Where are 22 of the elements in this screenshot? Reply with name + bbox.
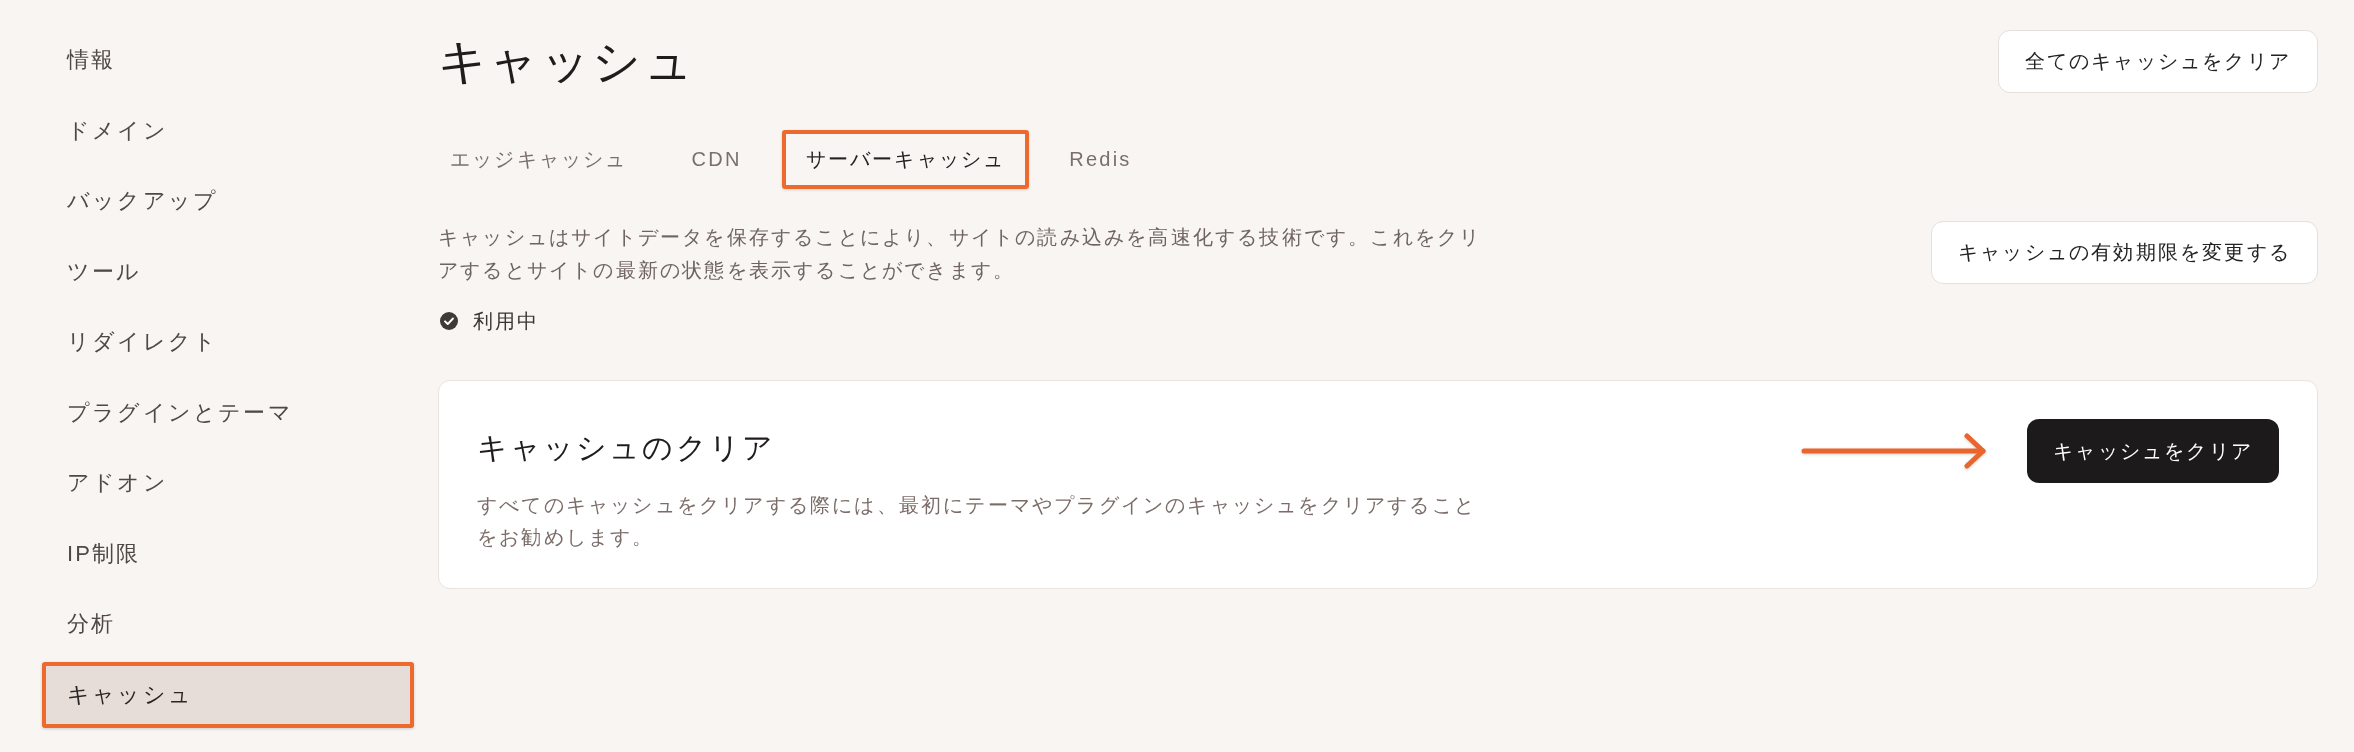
clear-cache-button[interactable]: キャッシュをクリア <box>2027 419 2279 483</box>
status-label: 利用中 <box>473 308 539 334</box>
sidebar-item[interactable]: リダイレクト <box>42 309 414 375</box>
sidebar-item[interactable]: IP制限 <box>42 520 414 587</box>
card-description: すべてのキャッシュをクリアする際には、最初にテーマやプラグインのキャッシュをクリアすることをお勧めします。 <box>477 493 1477 550</box>
tab[interactable]: CDN <box>667 130 766 189</box>
tab[interactable]: サーバーキャッシュ <box>781 130 1030 189</box>
sidebar-item[interactable]: ドメイン <box>42 97 414 164</box>
card-title: キャッシュのクリア <box>477 430 776 466</box>
sidebar-item[interactable]: 分析 <box>42 591 414 657</box>
sidebar-item[interactable]: バックアップ <box>42 168 414 234</box>
change-expiry-button[interactable]: キャッシュの有効期限を変更する <box>1931 221 2318 284</box>
tab[interactable]: エッジキャッシュ <box>426 130 652 189</box>
sidebar-item[interactable]: 情報 <box>42 27 414 93</box>
sidebar-item[interactable]: プラグインとテーマ <box>42 379 414 446</box>
sidebar-item[interactable]: ツール <box>42 238 414 305</box>
page-title: キャッシュ <box>438 34 695 90</box>
clear-all-button[interactable]: 全てのキャッシュをクリア <box>1997 30 2318 93</box>
description-text: キャッシュはサイトデータを保存することにより、サイトの読み込みを高速化する技術です。これをクリアするとサイトの最新の状態を表示することができます。 <box>438 225 1483 283</box>
tab[interactable]: Redis <box>1045 130 1156 189</box>
sidebar-item[interactable]: アドオン <box>42 450 414 516</box>
sidebar-item[interactable]: キャッシュ <box>42 661 414 728</box>
